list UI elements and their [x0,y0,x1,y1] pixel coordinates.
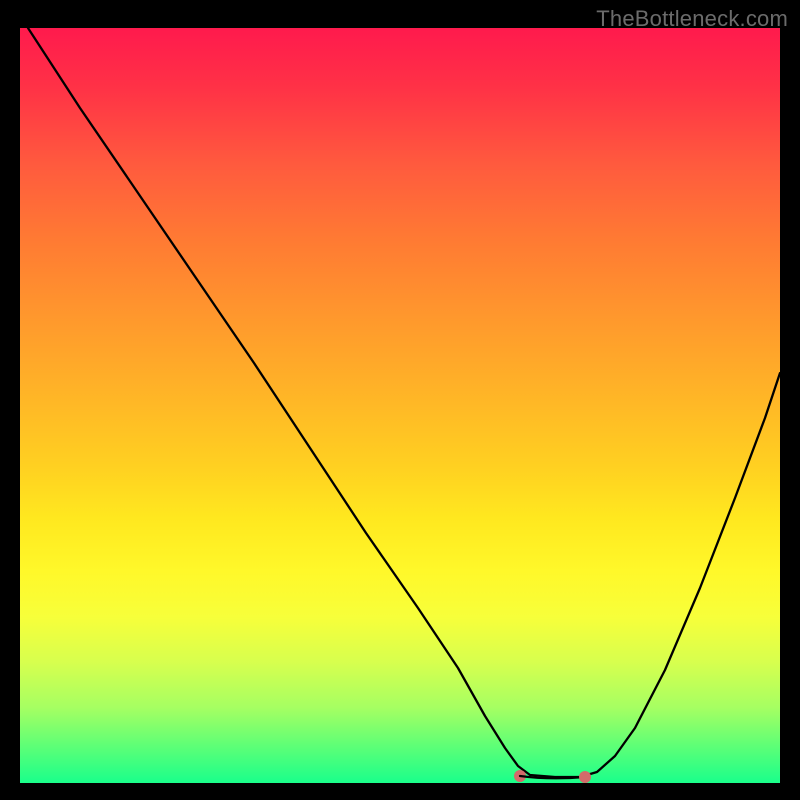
plot-area [20,28,780,783]
optimal-range-end-dot [579,771,591,783]
bottleneck-curve [28,28,780,777]
curve-layer [20,28,780,783]
chart-frame: TheBottleneck.com [0,0,800,800]
watermark-text: TheBottleneck.com [596,6,788,32]
